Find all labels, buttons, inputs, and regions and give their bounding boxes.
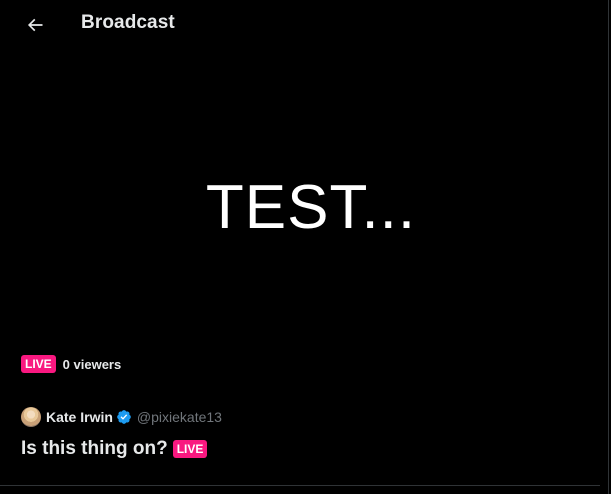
live-badge: LIVE bbox=[21, 355, 56, 373]
author-handle[interactable]: @pixiekate13 bbox=[137, 409, 222, 425]
post-title-row: Is this thing on? LIVE bbox=[21, 438, 208, 460]
verified-badge-icon bbox=[117, 410, 131, 424]
author-name[interactable]: Kate Irwin bbox=[46, 409, 113, 425]
top-bar: Broadcast bbox=[0, 0, 600, 50]
author-row: Kate Irwin @pixiekate13 bbox=[21, 406, 222, 428]
inline-live-badge: LIVE bbox=[172, 440, 208, 458]
avatar[interactable] bbox=[21, 407, 41, 427]
live-status-row: LIVE 0 viewers bbox=[21, 354, 121, 374]
page-title: Broadcast bbox=[81, 12, 175, 33]
column-border bbox=[608, 0, 609, 494]
video-overlay-text: TEST... bbox=[205, 173, 417, 242]
back-button[interactable] bbox=[18, 8, 52, 42]
broadcast-video[interactable]: TEST... bbox=[0, 50, 600, 390]
divider bbox=[0, 485, 600, 486]
arrow-left-icon bbox=[27, 18, 43, 32]
viewer-count: 0 viewers bbox=[62, 356, 122, 372]
broadcast-page: Broadcast TEST... LIVE 0 viewers Kate Ir… bbox=[0, 0, 611, 494]
post-title: Is this thing on? bbox=[21, 438, 168, 459]
